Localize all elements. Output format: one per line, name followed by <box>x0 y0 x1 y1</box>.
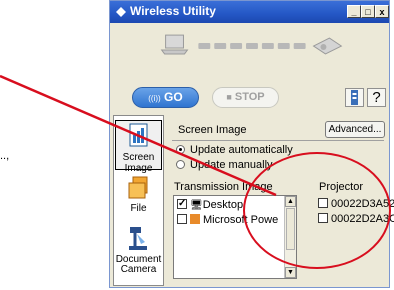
stop-icon: ■ <box>226 92 232 102</box>
powerpoint-icon <box>190 214 200 224</box>
window-title: Wireless Utility <box>130 4 216 18</box>
sidebar-item-file[interactable]: File <box>115 176 162 220</box>
update-auto-radio[interactable]: Update automatically <box>176 144 293 157</box>
screen-image-label: Screen Image <box>178 124 247 136</box>
advanced-button[interactable]: Advanced... <box>325 121 385 138</box>
go-button[interactable]: ((i)) GO <box>132 87 199 108</box>
sidebar-item-label: Document Camera <box>115 254 162 275</box>
help-button[interactable]: ? <box>367 88 386 107</box>
checkbox-icon <box>177 214 187 224</box>
wireless-icon: ((i)) <box>148 94 161 103</box>
sidebar-item-screen-image[interactable]: Screen Image <box>115 120 162 174</box>
sidebar-item-document-camera[interactable]: Document Camera <box>115 224 162 282</box>
divider <box>172 140 384 141</box>
radio-empty-icon <box>176 160 185 169</box>
annotation-side-text: .., <box>0 150 10 162</box>
list-item-label: Desktop <box>202 199 244 211</box>
checkbox-checked-icon <box>177 197 187 211</box>
sidebar: Screen Image File Document Camera <box>113 115 164 286</box>
connection-graphic <box>160 34 343 55</box>
laptop-icon <box>160 34 189 55</box>
update-manual-radio[interactable]: Update manually <box>176 159 273 172</box>
stop-button[interactable]: ■ STOP <box>212 87 279 108</box>
radio-label: Update automatically <box>190 144 293 156</box>
folder-icon <box>128 176 147 199</box>
scroll-down-icon[interactable]: ▼ <box>285 267 296 278</box>
title-bar: Wireless Utility _ □ x <box>110 1 389 23</box>
annotation-circle <box>243 152 391 269</box>
radio-selected-icon <box>176 145 185 154</box>
projector-icon <box>312 37 343 55</box>
maximize-button[interactable]: □ <box>361 5 375 18</box>
close-button[interactable]: x <box>375 5 389 18</box>
minimize-button[interactable]: _ <box>347 5 361 18</box>
remote-icon <box>351 90 358 105</box>
radio-label: Update manually <box>190 159 273 171</box>
go-label: GO <box>164 90 183 104</box>
chart-icon <box>129 123 147 147</box>
camera-icon <box>128 227 147 250</box>
remote-button[interactable] <box>345 88 364 107</box>
signal-dashes <box>198 43 306 49</box>
list-item[interactable]: 🖥Desktop <box>177 197 244 212</box>
stop-label: STOP <box>234 91 265 103</box>
sidebar-item-label: Screen Image <box>122 152 155 174</box>
app-icon <box>116 7 126 17</box>
desktop-icon: 🖥 <box>190 200 203 211</box>
sidebar-item-label: File <box>130 203 147 214</box>
